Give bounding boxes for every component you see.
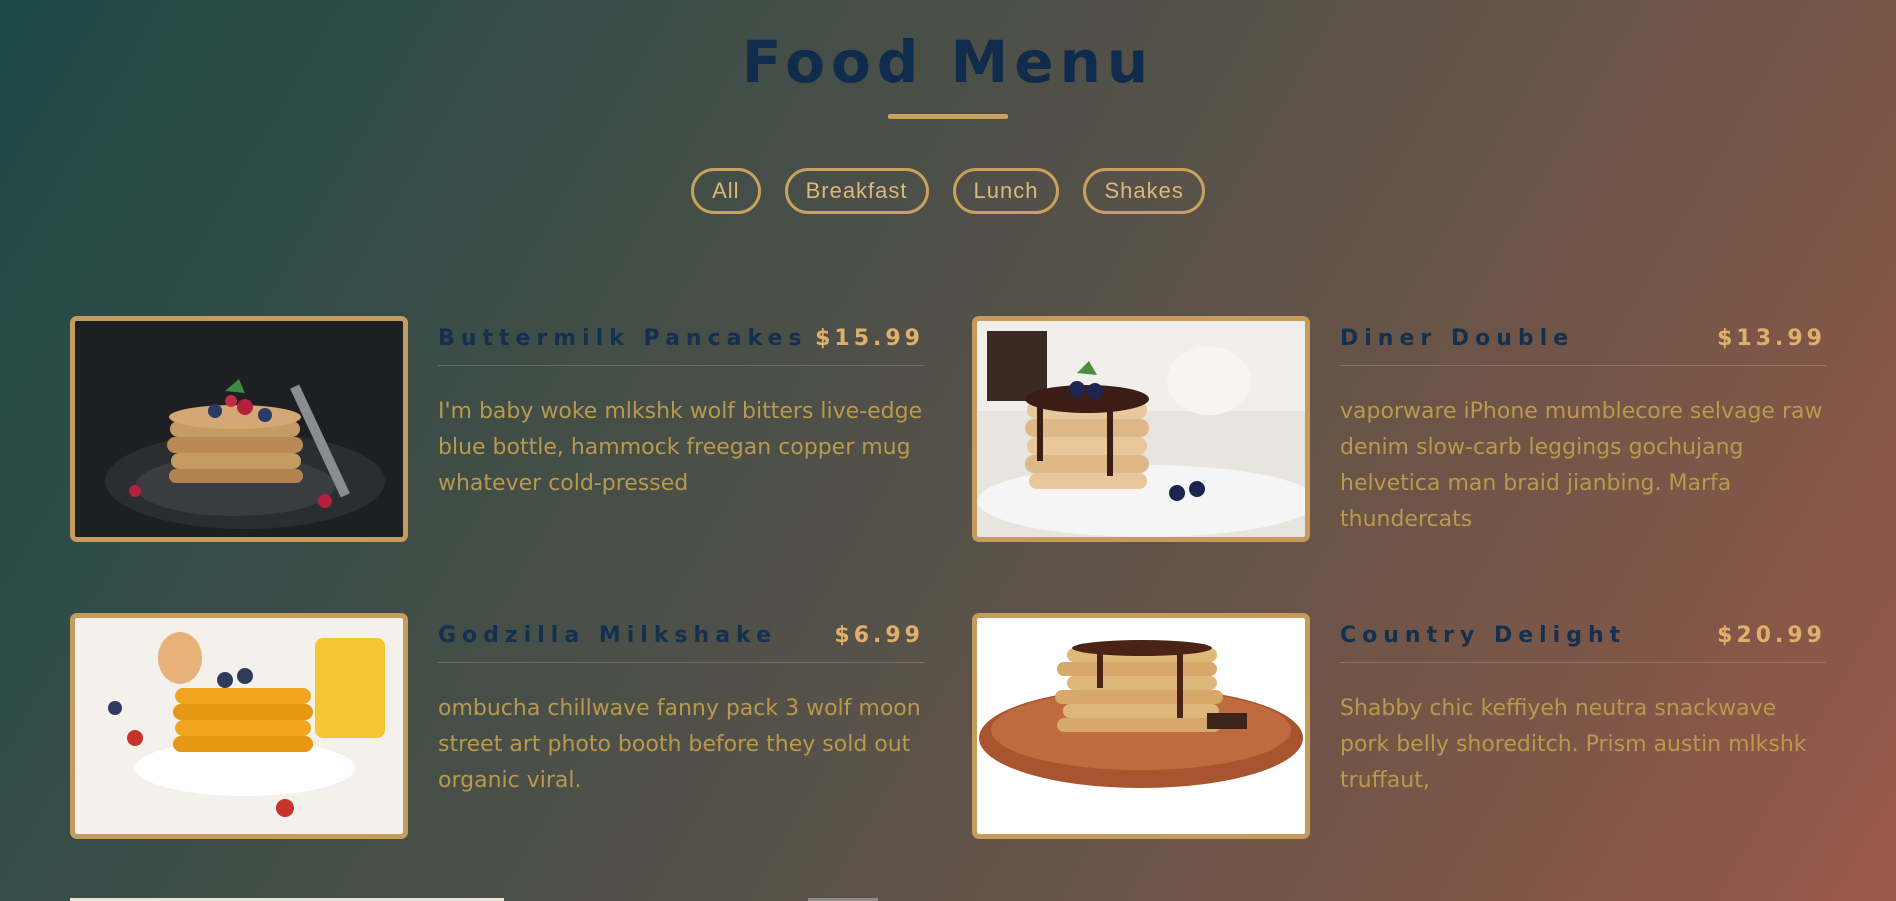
title-underline: [888, 114, 1008, 119]
item-name: Godzilla Milkshake: [438, 623, 778, 648]
item-price: $20.99: [1717, 623, 1826, 648]
page-title: Food Menu: [741, 28, 1155, 96]
filter-all-button[interactable]: All: [691, 168, 761, 214]
item-description: I'm baby woke mlkshk wolf bitters live-e…: [438, 399, 923, 496]
item-price: $13.99: [1717, 326, 1826, 351]
filter-breakfast-button[interactable]: Breakfast: [784, 168, 929, 214]
menu-item: Diner Double $13.99 vaporware iPhone mum…: [972, 316, 1826, 542]
item-name: Diner Double: [1340, 326, 1575, 351]
menu-item: Buttermilk Pancakes $15.99 I'm baby woke…: [70, 316, 924, 542]
item-price: $15.99: [815, 326, 924, 351]
menu-item: Country Delight $20.99 Shabby chic keffi…: [972, 613, 1826, 839]
pancakes-chocolate-photo: [972, 316, 1310, 542]
item-description: vaporware iPhone mumblecore selvage raw …: [1340, 399, 1823, 532]
pancakes-dark-photo: [70, 316, 408, 542]
item-name: Country Delight: [1340, 623, 1627, 648]
filter-shakes-button[interactable]: Shakes: [1083, 168, 1205, 214]
menu-item: Godzilla Milkshake $6.99 ombucha chillwa…: [70, 613, 924, 839]
pancakes-bright-photo: [70, 613, 408, 839]
filter-lunch-button[interactable]: Lunch: [952, 168, 1060, 214]
item-description: ombucha chillwave fanny pack 3 wolf moon…: [438, 696, 921, 793]
item-description: Shabby chic keffiyeh neutra snackwave po…: [1340, 696, 1807, 793]
item-price: $6.99: [834, 623, 924, 648]
pancakes-plate-photo: [972, 613, 1310, 839]
filter-bar: All Breakfast Lunch Shakes: [0, 168, 1896, 214]
item-name: Buttermilk Pancakes: [438, 326, 808, 351]
